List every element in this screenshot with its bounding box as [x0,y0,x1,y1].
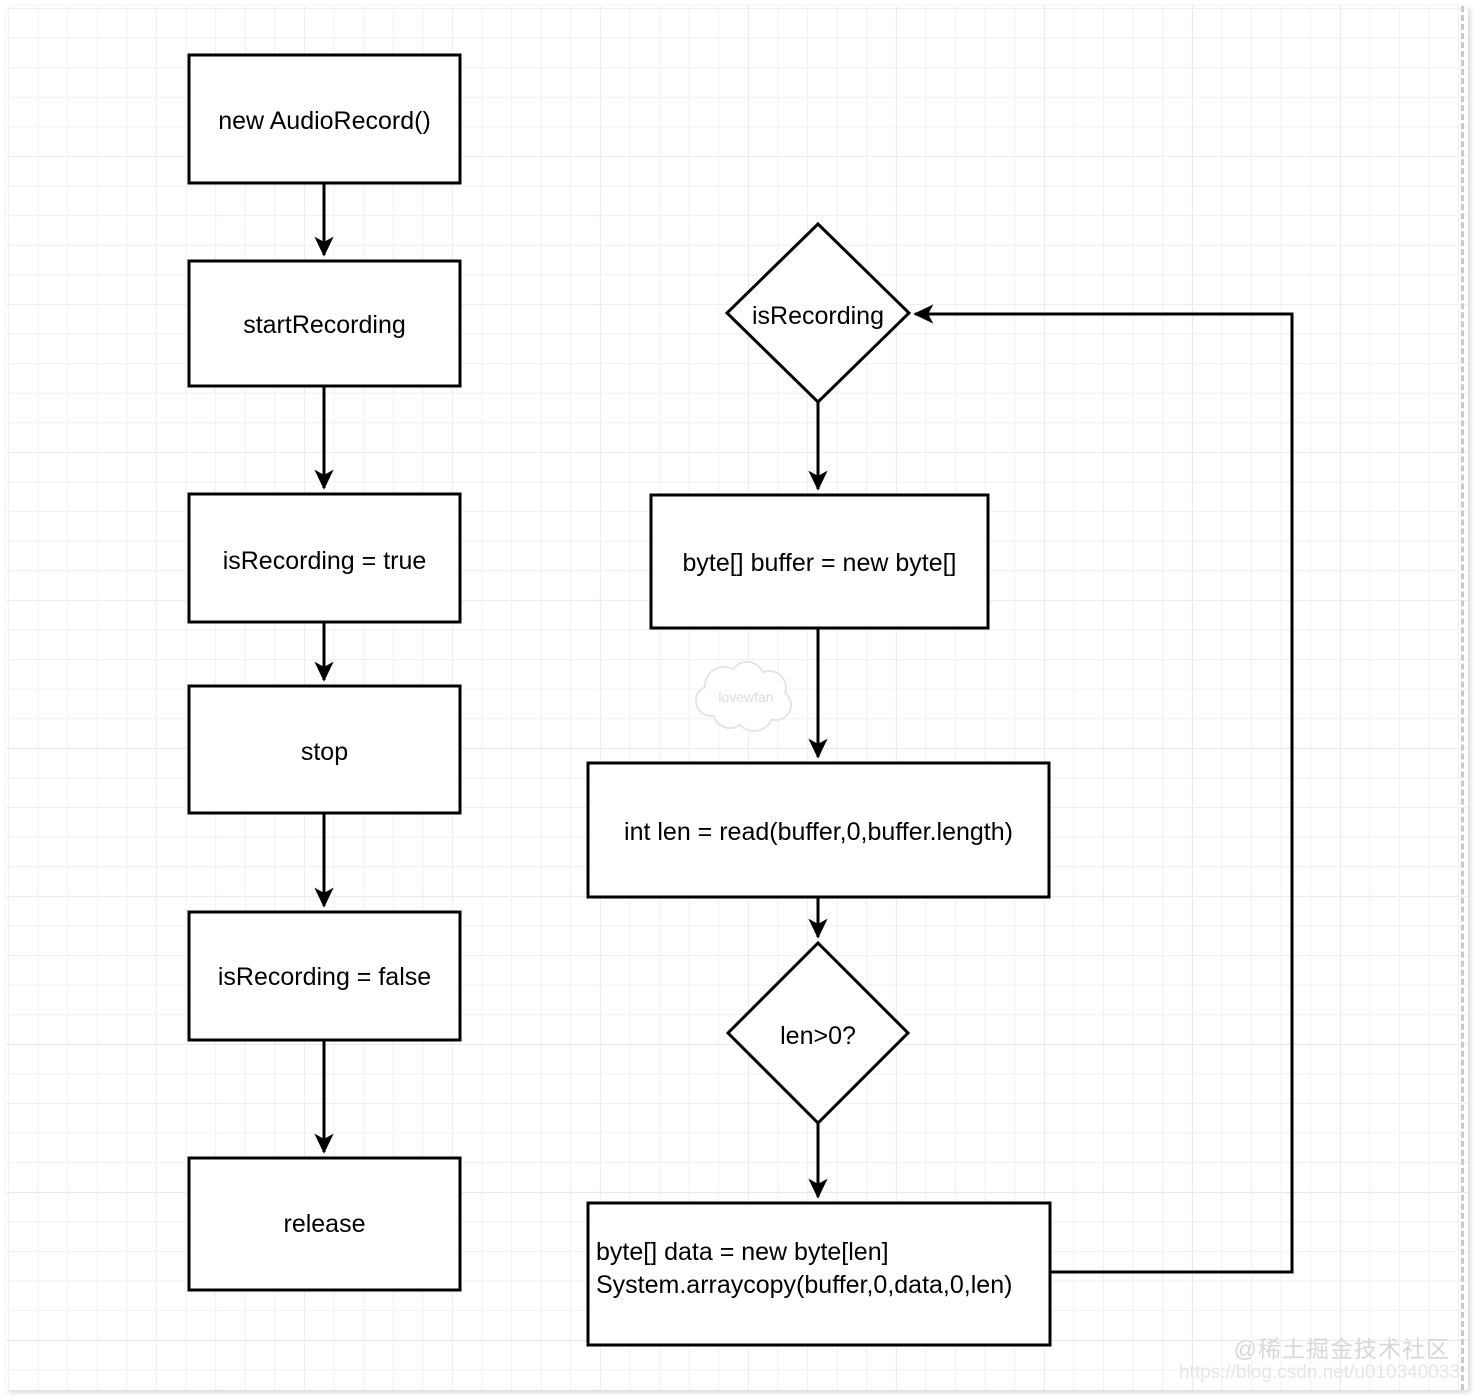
node-is-recording-decision[interactable] [724,221,912,405]
node-release[interactable] [187,1156,462,1292]
flowchart-shapes [187,53,1294,1347]
node-is-recording-true[interactable] [187,492,462,624]
node-start-recording[interactable] [187,259,462,388]
node-is-recording-false[interactable] [187,910,462,1042]
node-read-buffer[interactable] [586,761,1051,899]
node-new-audiorecord[interactable] [187,53,462,185]
node-stop[interactable] [187,684,462,815]
node-copy-data[interactable] [586,1201,1052,1347]
node-alloc-buffer[interactable] [649,493,990,630]
node-len-gt-zero-decision[interactable] [725,940,911,1126]
flowchart-canvas: new AudioRecord() startRecording isRecor… [0,0,1480,1396]
